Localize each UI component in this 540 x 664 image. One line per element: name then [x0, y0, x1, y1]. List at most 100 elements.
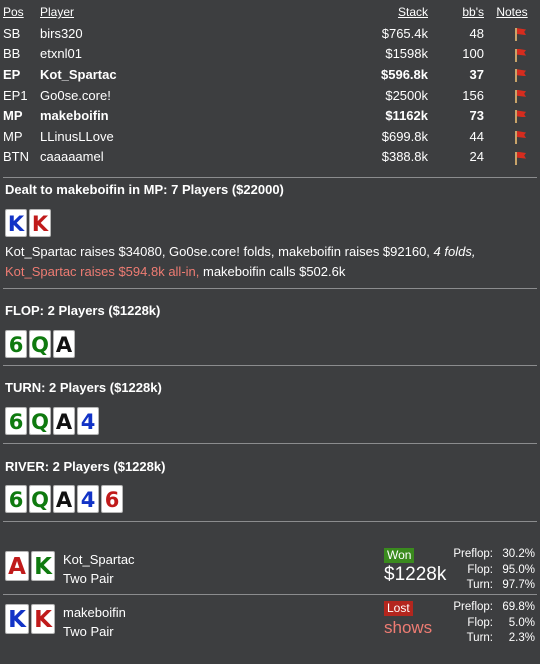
- equity-row: Turn: 97.7%: [447, 578, 535, 594]
- equity-value: 97.7%: [502, 579, 535, 591]
- showdown-cards: KK: [5, 604, 55, 634]
- player-notes: [484, 126, 540, 147]
- turn-title: TURN: 2 Players ($1228k): [5, 380, 162, 395]
- player-bbs: 156: [462, 87, 484, 103]
- equity-stats: Preflop: 69.8% Flop: 5.0% Turn: 2.3%: [447, 600, 535, 647]
- equity-value: 2.3%: [508, 632, 535, 644]
- red-flag-icon[interactable]: [512, 130, 526, 145]
- playing-card: Q: [29, 330, 51, 358]
- player-row[interactable]: SB birs320 $765.4k 48: [0, 23, 540, 44]
- turn-cards: 6QA4: [5, 407, 99, 435]
- player-name[interactable]: Kot_Spartac: [40, 64, 338, 85]
- playing-card: 6: [5, 330, 27, 358]
- player-stack: $1598k: [385, 46, 428, 62]
- player-bbs: 48: [469, 25, 484, 41]
- equity-label: Preflop:: [453, 601, 493, 613]
- player-row[interactable]: BB etxnl01 $1598k 100: [0, 44, 540, 65]
- preflop-title: Dealt to makeboifin in MP: 7 Players ($2…: [5, 182, 284, 197]
- showdown-row-loser[interactable]: KK makeboifin Two Pair Lost shows Preflo…: [0, 597, 540, 649]
- player-name[interactable]: Go0se.core!: [40, 85, 338, 106]
- player-row[interactable]: EP Kot_Spartac $596.8k 37: [0, 64, 540, 85]
- player-name[interactable]: birs320: [40, 23, 338, 44]
- playing-card: A: [53, 485, 75, 513]
- player-position: MP: [3, 128, 23, 144]
- player-name[interactable]: makeboifin: [40, 105, 338, 126]
- showdown-player: makeboifin Two Pair: [63, 603, 126, 641]
- player-position: MP: [3, 108, 23, 124]
- player-stack: $765.4k: [381, 25, 428, 41]
- player-row[interactable]: MP makeboifin $1162k 73: [0, 105, 540, 126]
- playing-card: K: [29, 209, 51, 237]
- equity-row: Turn: 2.3%: [447, 631, 535, 647]
- action-allin: Kot_Spartac raises $594.8k all-in,: [5, 264, 200, 279]
- equity-label: Preflop:: [453, 548, 493, 560]
- hand-history-view: Pos Player Stack bb's Notes SB birs320 $76…: [0, 0, 540, 664]
- action-text: Kot_Spartac raises $34080, Go0se.core! f…: [5, 244, 434, 259]
- player-row[interactable]: EP1 Go0se.core! $2500k 156: [0, 85, 540, 106]
- action-call: makeboifin calls $502.6k: [199, 264, 346, 279]
- showdown-player-name[interactable]: makeboifin: [63, 603, 126, 622]
- header-player[interactable]: Player: [40, 5, 338, 23]
- player-position: EP: [3, 66, 21, 82]
- divider: [3, 288, 537, 289]
- equity-label: Flop:: [467, 616, 493, 629]
- playing-card: K: [5, 209, 27, 237]
- divider: [3, 521, 537, 522]
- header-pos[interactable]: Pos: [0, 5, 40, 23]
- header-notes[interactable]: Notes: [484, 5, 540, 23]
- player-name[interactable]: etxnl01: [40, 44, 338, 65]
- playing-card: 6: [101, 485, 123, 513]
- divider: [3, 365, 537, 366]
- divider: [3, 177, 537, 178]
- player-bbs: 37: [469, 66, 484, 82]
- player-bbs: 100: [462, 46, 484, 62]
- action-folds: 4 folds,: [433, 244, 476, 259]
- red-flag-icon[interactable]: [512, 151, 526, 165]
- playing-card: 4: [77, 485, 99, 513]
- playing-card: 6: [5, 485, 27, 513]
- preflop-action: Kot_Spartac raises $34080, Go0se.core! f…: [5, 242, 535, 282]
- equity-row: Flop: 5.0%: [447, 616, 535, 632]
- player-name[interactable]: LLinusLLove: [40, 126, 338, 147]
- player-name[interactable]: caaaaamel: [40, 147, 338, 168]
- showdown-player: Kot_Spartac Two Pair: [63, 550, 135, 588]
- players-table: Pos Player Stack bb's Notes SB birs320 $76…: [0, 5, 540, 167]
- playing-card: A: [53, 330, 75, 358]
- playing-card: K: [31, 551, 55, 581]
- red-flag-icon[interactable]: [512, 89, 526, 103]
- playing-card: Q: [29, 485, 51, 513]
- won-badge: Won: [384, 548, 415, 563]
- hole-cards: KK: [5, 209, 51, 237]
- equity-value: 95.0%: [502, 563, 535, 576]
- playing-card: A: [53, 407, 75, 435]
- header-bbs[interactable]: bb's: [428, 5, 484, 23]
- equity-label: Flop:: [467, 563, 493, 576]
- playing-card: A: [5, 551, 29, 581]
- player-notes: [484, 147, 540, 168]
- divider: [3, 594, 537, 595]
- player-position: BTN: [3, 149, 29, 165]
- equity-row: Preflop: 30.2%: [447, 547, 535, 563]
- showdown-hand-rank: Two Pair: [63, 624, 114, 639]
- red-flag-icon[interactable]: [512, 109, 526, 124]
- showdown-player-name[interactable]: Kot_Spartac: [63, 550, 135, 569]
- red-flag-icon[interactable]: [512, 48, 526, 62]
- equity-value: 5.0%: [508, 616, 535, 629]
- showdown-row-winner[interactable]: AK Kot_Spartac Two Pair Won $1228k Prefl…: [0, 544, 540, 596]
- header-stack[interactable]: Stack: [338, 5, 428, 23]
- playing-card: K: [5, 604, 29, 634]
- pot-won-amount: $1228k: [384, 564, 447, 585]
- red-flag-icon[interactable]: [512, 68, 526, 83]
- player-stack: $596.8k: [381, 66, 428, 82]
- river-cards: 6QA46: [5, 485, 123, 513]
- player-row[interactable]: MP LLinusLLove $699.8k 44: [0, 126, 540, 147]
- red-flag-icon[interactable]: [512, 27, 526, 42]
- playing-card: 6: [5, 407, 27, 435]
- player-notes: [484, 44, 540, 65]
- equity-stats: Preflop: 30.2% Flop: 95.0% Turn: 97.7%: [447, 547, 535, 594]
- player-position: SB: [3, 25, 21, 41]
- player-stack: $1162k: [385, 108, 428, 124]
- player-position: BB: [3, 46, 21, 62]
- player-bbs: 24: [469, 149, 484, 165]
- player-row[interactable]: BTN caaaaamel $388.8k 24: [0, 147, 540, 168]
